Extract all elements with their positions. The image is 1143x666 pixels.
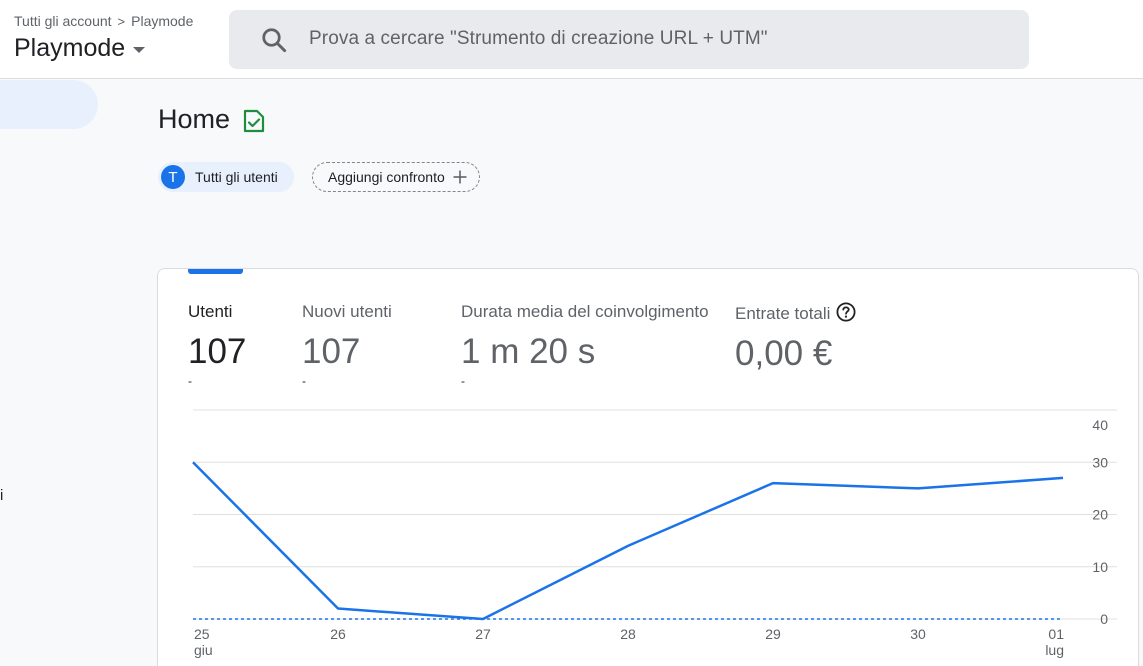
metric-value: 107	[302, 332, 361, 371]
plus-icon	[453, 170, 467, 184]
sidebar-item-home[interactable]	[0, 80, 98, 129]
metric-label: Durata media del coinvolgimento	[461, 302, 709, 321]
breadcrumb: Tutti gli account > Playmode	[14, 13, 193, 29]
x-tick-label: 01	[1048, 626, 1064, 642]
breadcrumb-separator: >	[117, 13, 126, 29]
search-bar[interactable]: Prova a cercare "Strumento di creazione …	[229, 10, 1029, 69]
breadcrumb-current[interactable]: Playmode	[131, 13, 193, 29]
metric-label: Entrate totali	[735, 304, 831, 323]
metric-tab-users[interactable]: Utenti 107 -	[188, 302, 246, 388]
search-icon	[262, 28, 287, 53]
metric-label: Nuovi utenti	[302, 302, 392, 321]
metric-tab-new-users[interactable]: Nuovi utenti 107 -	[302, 302, 392, 388]
y-tick-label: 30	[1092, 454, 1108, 470]
metric-label: Utenti	[188, 302, 233, 321]
metric-value: 0,00 €	[735, 334, 833, 373]
x-tick-label: 25	[194, 626, 210, 642]
y-tick-label: 20	[1092, 507, 1108, 523]
add-comparison-label: Aggiungi confronto	[328, 169, 445, 185]
x-tick-sublabel: giu	[194, 642, 213, 658]
x-tick-label: 27	[475, 626, 491, 642]
users-series-line	[192, 461, 1064, 621]
y-tick-label: 10	[1092, 559, 1108, 575]
active-metric-indicator	[188, 269, 243, 274]
help-circle-icon[interactable]	[836, 302, 856, 322]
segment-label: Tutti gli utenti	[195, 169, 278, 185]
metric-change: -	[461, 374, 465, 388]
x-tick-sublabel: lug	[1045, 642, 1064, 658]
page-title: Home	[158, 104, 231, 134]
metric-change: -	[302, 374, 306, 388]
avatar: T	[161, 165, 185, 189]
users-line-chart: 40 30 20 10 0 25giu 26 27 28 29 30 01lug	[192, 409, 1117, 658]
x-tick-label: 29	[765, 626, 781, 642]
verified-report-icon[interactable]	[243, 109, 265, 133]
property-name: Playmode	[14, 34, 126, 62]
x-tick-label: 28	[620, 626, 636, 642]
breadcrumb-root[interactable]: Tutti gli account	[14, 13, 112, 29]
metric-change: -	[188, 374, 192, 388]
x-tick-label: 26	[330, 626, 346, 642]
caret-down-icon	[133, 46, 146, 53]
metric-value: 1 m 20 s	[461, 332, 596, 371]
search-placeholder: Prova a cercare "Strumento di creazione …	[309, 28, 768, 49]
segment-chip-all-users[interactable]: T Tutti gli utenti	[158, 162, 294, 192]
metric-value: 107	[188, 332, 247, 371]
y-tick-label: 0	[1100, 611, 1108, 627]
add-comparison-button[interactable]: Aggiungi confronto	[312, 162, 480, 192]
x-tick-label: 30	[910, 626, 926, 642]
metric-label-row: Entrate totali	[735, 302, 856, 324]
metric-tab-engagement-time[interactable]: Durata media del coinvolgimento 1 m 20 s…	[461, 302, 709, 388]
metric-tab-total-revenue[interactable]: Entrate totali 0,00 €	[735, 302, 856, 376]
sidebar-item-label[interactable]: i	[0, 487, 3, 504]
property-selector[interactable]: Playmode	[14, 34, 146, 63]
top-bar: Tutti gli account > Playmode Playmode Pr…	[0, 0, 1143, 79]
y-tick-label: 40	[1092, 417, 1108, 433]
